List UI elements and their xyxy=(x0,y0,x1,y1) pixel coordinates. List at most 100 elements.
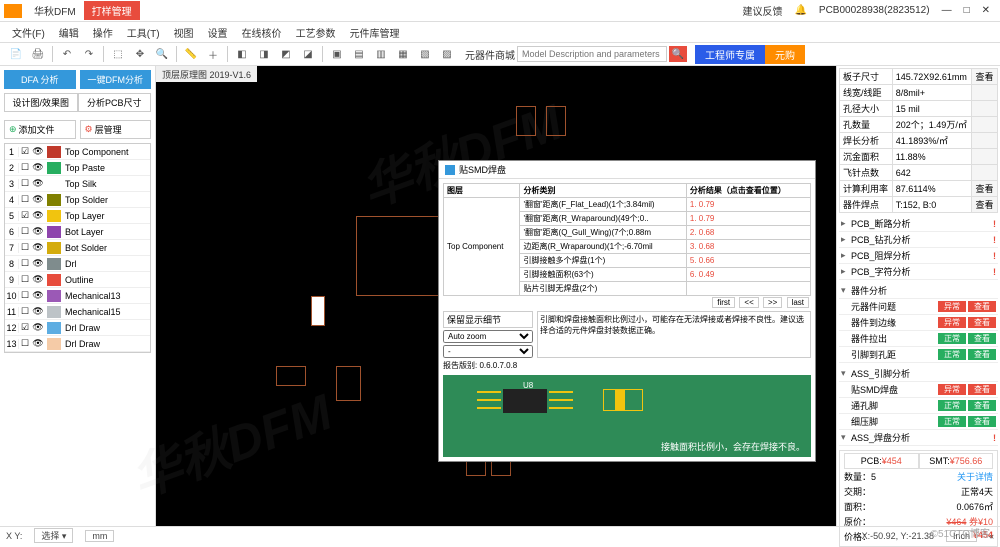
pager-next[interactable]: >> xyxy=(763,297,782,308)
analysis-item[interactable]: 细压脚正常查看 xyxy=(839,414,998,430)
menu-tools[interactable]: 工具(T) xyxy=(121,23,166,42)
menu-view[interactable]: 视图 xyxy=(168,23,200,42)
pcb-component xyxy=(311,296,325,326)
analysis-item[interactable]: 器件拉出正常查看 xyxy=(839,331,998,347)
app-logo-icon xyxy=(4,4,22,18)
pcb-price-tab[interactable]: PCB:¥454 xyxy=(844,453,919,469)
dialog-title-bar[interactable]: 贴SMD焊盘 xyxy=(439,161,815,179)
print-icon[interactable]: 🖨 xyxy=(28,45,48,63)
plus-icon: ⊕ xyxy=(9,124,17,135)
pcb-component xyxy=(546,106,566,136)
status-unit-mm[interactable]: mm xyxy=(85,530,114,542)
view-button[interactable]: 查看 xyxy=(972,181,998,197)
detail-link[interactable]: 关于详情 xyxy=(957,470,993,483)
window-close[interactable]: ✕ xyxy=(978,3,994,18)
layer-manage-button[interactable]: ⚙层管理 xyxy=(80,120,152,139)
tool-e-icon[interactable]: ▣ xyxy=(327,45,347,63)
layer-row[interactable]: 10☐👁Mechanical13 xyxy=(5,288,150,304)
layer-row[interactable]: 6☐👁Bot Layer xyxy=(5,224,150,240)
notification-icon[interactable]: 🔔 xyxy=(790,3,810,18)
pager-first[interactable]: first xyxy=(712,297,735,308)
redo-icon[interactable]: ↷ xyxy=(79,45,99,63)
window-minimize[interactable]: — xyxy=(938,3,956,18)
window-maximize[interactable]: □ xyxy=(960,3,974,18)
status-select[interactable]: 选择 ▾ xyxy=(34,528,73,543)
menu-file[interactable]: 文件(F) xyxy=(6,23,51,42)
select-icon[interactable]: ⬚ xyxy=(108,45,128,63)
analysis-item[interactable]: ▸PCB_阻焊分析! xyxy=(839,248,998,264)
measure-icon[interactable]: 📏 xyxy=(181,45,201,63)
analysis-item[interactable]: 引脚到孔距正常查看 xyxy=(839,347,998,363)
menu-process[interactable]: 工艺参数 xyxy=(290,23,342,42)
view-button[interactable]: 查看 xyxy=(972,197,998,213)
layer-row[interactable]: 11☐👁Mechanical15 xyxy=(5,304,150,320)
table-row[interactable]: Top Component'翻窗'距离(F_Flat_Lead)(1个;3.84… xyxy=(444,198,811,212)
pager-prev[interactable]: << xyxy=(739,297,758,308)
extra-select[interactable]: - xyxy=(443,345,533,358)
layer-row[interactable]: 7☐👁Bot Solder xyxy=(5,240,150,256)
dfa-analysis-button[interactable]: DFA 分析 xyxy=(4,70,76,89)
move-icon[interactable]: ✥ xyxy=(130,45,150,63)
plus-icon[interactable]: ＋ xyxy=(203,45,223,63)
analysis-item[interactable]: 器件到边缘异常查看 xyxy=(839,315,998,331)
analysis-item[interactable]: 贴SMD焊盘异常查看 xyxy=(839,382,998,398)
tool-g-icon[interactable]: ▥ xyxy=(371,45,391,63)
status-bar: X Y: 选择 ▾ mm X:-50.92, Y:-21.38 Inch « xyxy=(0,526,1000,544)
canvas-tab[interactable]: 顶层原理图 2019-V1.6 xyxy=(156,66,257,82)
search-button[interactable]: 🔍 xyxy=(669,46,687,62)
analysis-item[interactable]: ▸PCB_断路分析! xyxy=(839,216,998,232)
active-tab[interactable]: 打样管理 xyxy=(84,1,140,20)
tool-j-icon[interactable]: ▨ xyxy=(437,45,457,63)
analysis-item[interactable]: ▸PCB_钻孔分析! xyxy=(839,232,998,248)
add-file-button[interactable]: ⊕添加文件 xyxy=(4,120,76,139)
report-version: 报告版别: 0.6.0.7.0.8 xyxy=(443,360,811,371)
layer-row[interactable]: 9☐👁Outline xyxy=(5,272,150,288)
status-coords: X:-50.92, Y:-21.38 xyxy=(862,531,934,541)
design-view-button[interactable]: 设计图/效果图 xyxy=(4,93,78,112)
layer-row[interactable]: 3☐👁Top Silk xyxy=(5,176,150,192)
page-watermark: ©51CTO博客 xyxy=(931,525,990,540)
layer-row[interactable]: 13☐👁Drl Draw xyxy=(5,336,150,352)
layer-row[interactable]: 1☑👁Top Component xyxy=(5,144,150,160)
pcb-component xyxy=(356,216,446,296)
preview-pane: U8 接触面积比例小，会存在焊接不良。 xyxy=(443,375,811,457)
tool-a-icon[interactable]: ◧ xyxy=(232,45,252,63)
tool-h-icon[interactable]: ▦ xyxy=(393,45,413,63)
smt-price-tab[interactable]: SMT:¥756.66 xyxy=(919,453,994,469)
menu-settings[interactable]: 设置 xyxy=(202,23,234,42)
promo-buy[interactable]: 元购 xyxy=(765,45,805,64)
layer-row[interactable]: 8☐👁Drl xyxy=(5,256,150,272)
analysis-item[interactable]: ▸PCB_字符分析! xyxy=(839,264,998,280)
ass-pad-section-header[interactable]: ▾ASS_焊盘分析! xyxy=(839,430,998,446)
search-input[interactable] xyxy=(517,46,667,62)
feedback-link[interactable]: 建议反馈 xyxy=(738,1,786,20)
new-icon[interactable]: 📄 xyxy=(6,45,26,63)
promo-engineer[interactable]: 工程师专属 xyxy=(695,45,765,64)
tool-c-icon[interactable]: ◩ xyxy=(276,45,296,63)
gear-icon: ⚙ xyxy=(85,124,93,135)
layer-row[interactable]: 2☐👁Top Paste xyxy=(5,160,150,176)
layer-row[interactable]: 4☐👁Top Solder xyxy=(5,192,150,208)
zoom-icon[interactable]: 🔍 xyxy=(152,45,172,63)
analysis-item[interactable]: 元器件问题异常查看 xyxy=(839,299,998,315)
pager-last[interactable]: last xyxy=(787,297,809,308)
zoom-select[interactable]: Auto zoom xyxy=(443,330,533,343)
analysis-item[interactable]: 通孔脚正常查看 xyxy=(839,398,998,414)
tool-i-icon[interactable]: ▧ xyxy=(415,45,435,63)
menu-online[interactable]: 在线核价 xyxy=(236,23,288,42)
layer-row[interactable]: 5☑👁Top Layer xyxy=(5,208,150,224)
undo-icon[interactable]: ↶ xyxy=(57,45,77,63)
tool-d-icon[interactable]: ◪ xyxy=(298,45,318,63)
tool-f-icon[interactable]: ▤ xyxy=(349,45,369,63)
menu-library[interactable]: 元件库管理 xyxy=(344,23,406,42)
menu-edit[interactable]: 编辑 xyxy=(53,23,85,42)
title-bar: 华秋DFM 打样管理 建议反馈 🔔 PCB00028938(2823512) —… xyxy=(0,0,1000,22)
view-button[interactable]: 查看 xyxy=(972,69,998,85)
menu-operate[interactable]: 操作 xyxy=(87,23,119,42)
tool-b-icon[interactable]: ◨ xyxy=(254,45,274,63)
ass-pin-section: ▾ASS_引脚分析贴SMD焊盘异常查看通孔脚正常查看细压脚正常查看 xyxy=(839,366,998,430)
mall-label: 元器件商城 xyxy=(465,47,515,62)
layer-row[interactable]: 12☑👁Drl Draw xyxy=(5,320,150,336)
analyze-size-button[interactable]: 分析PCB尺寸 xyxy=(78,93,152,112)
dfm-analysis-button[interactable]: 一键DFM分析 xyxy=(80,70,152,89)
